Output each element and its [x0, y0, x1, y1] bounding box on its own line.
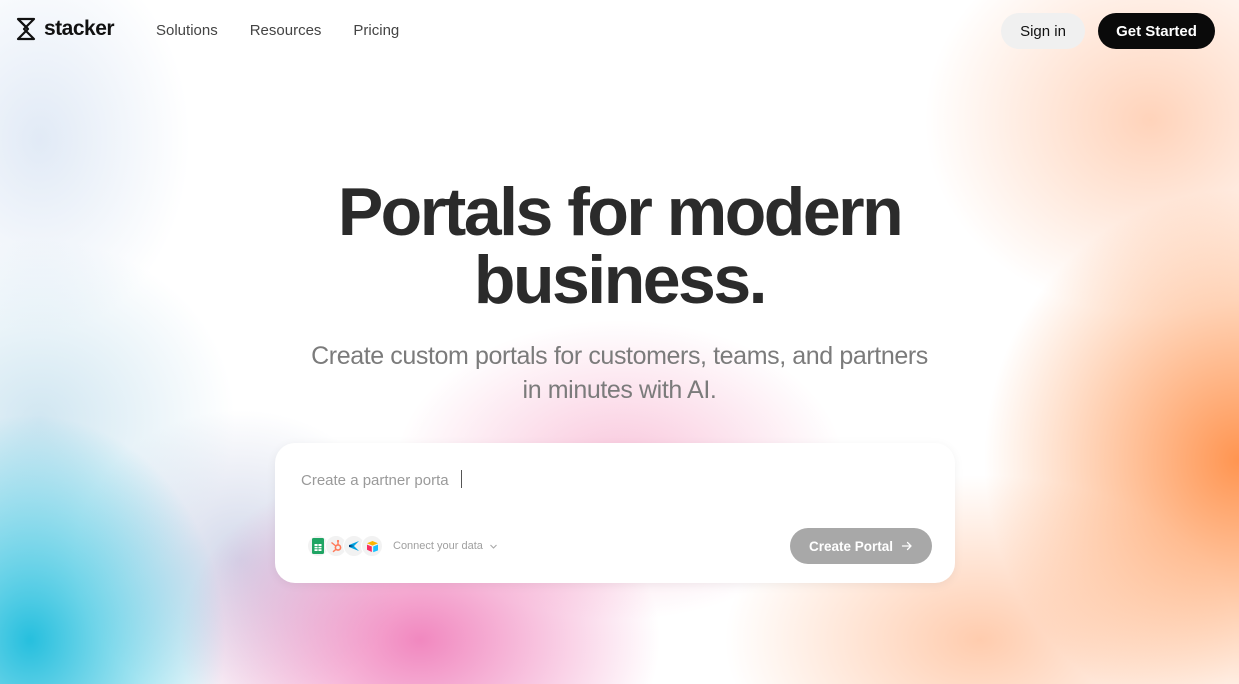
- nav-link-pricing[interactable]: Pricing: [353, 22, 399, 39]
- data-source-icons: [307, 535, 383, 557]
- airtable-icon: [361, 535, 383, 557]
- create-portal-label: Create Portal: [808, 538, 894, 554]
- brand-logo[interactable]: stacker: [14, 16, 115, 42]
- create-portal-button[interactable]: Create Portal: [790, 528, 932, 564]
- nav-links: Solutions Resources Pricing: [156, 22, 399, 39]
- brand-name: stacker: [44, 17, 115, 40]
- connect-data-label: Connect your data: [393, 540, 483, 552]
- chevron-down-icon: [490, 544, 497, 549]
- portal-prompt-input[interactable]: [301, 469, 901, 491]
- get-started-button[interactable]: Get Started: [1098, 13, 1215, 49]
- portal-prompt-card: Connect your data Create Portal: [275, 443, 955, 583]
- top-nav: stacker Solutions Resources Pricing Sign…: [0, 0, 1239, 62]
- sign-in-button[interactable]: Sign in: [1001, 13, 1085, 49]
- hero-title-line-2: business.: [473, 242, 768, 318]
- nav-link-solutions[interactable]: Solutions: [156, 22, 218, 39]
- hero-title-line-1: Portals for modern: [337, 174, 904, 250]
- arrow-right-icon: [901, 541, 912, 551]
- connect-data-dropdown[interactable]: Connect your data: [307, 535, 498, 557]
- nav-link-resources[interactable]: Resources: [250, 22, 322, 39]
- landing-page: stacker Solutions Resources Pricing Sign…: [0, 0, 1239, 684]
- hero-subtitle: Create custom portals for customers, tea…: [0, 339, 1239, 407]
- stacker-logo-icon: [16, 17, 36, 41]
- hero-title: Portals for modern business.: [0, 178, 1239, 314]
- hero-subtitle-line-2: in minutes with AI.: [522, 376, 717, 404]
- text-cursor: [461, 470, 462, 488]
- hero-subtitle-line-1: Create custom portals for customers, tea…: [311, 342, 928, 370]
